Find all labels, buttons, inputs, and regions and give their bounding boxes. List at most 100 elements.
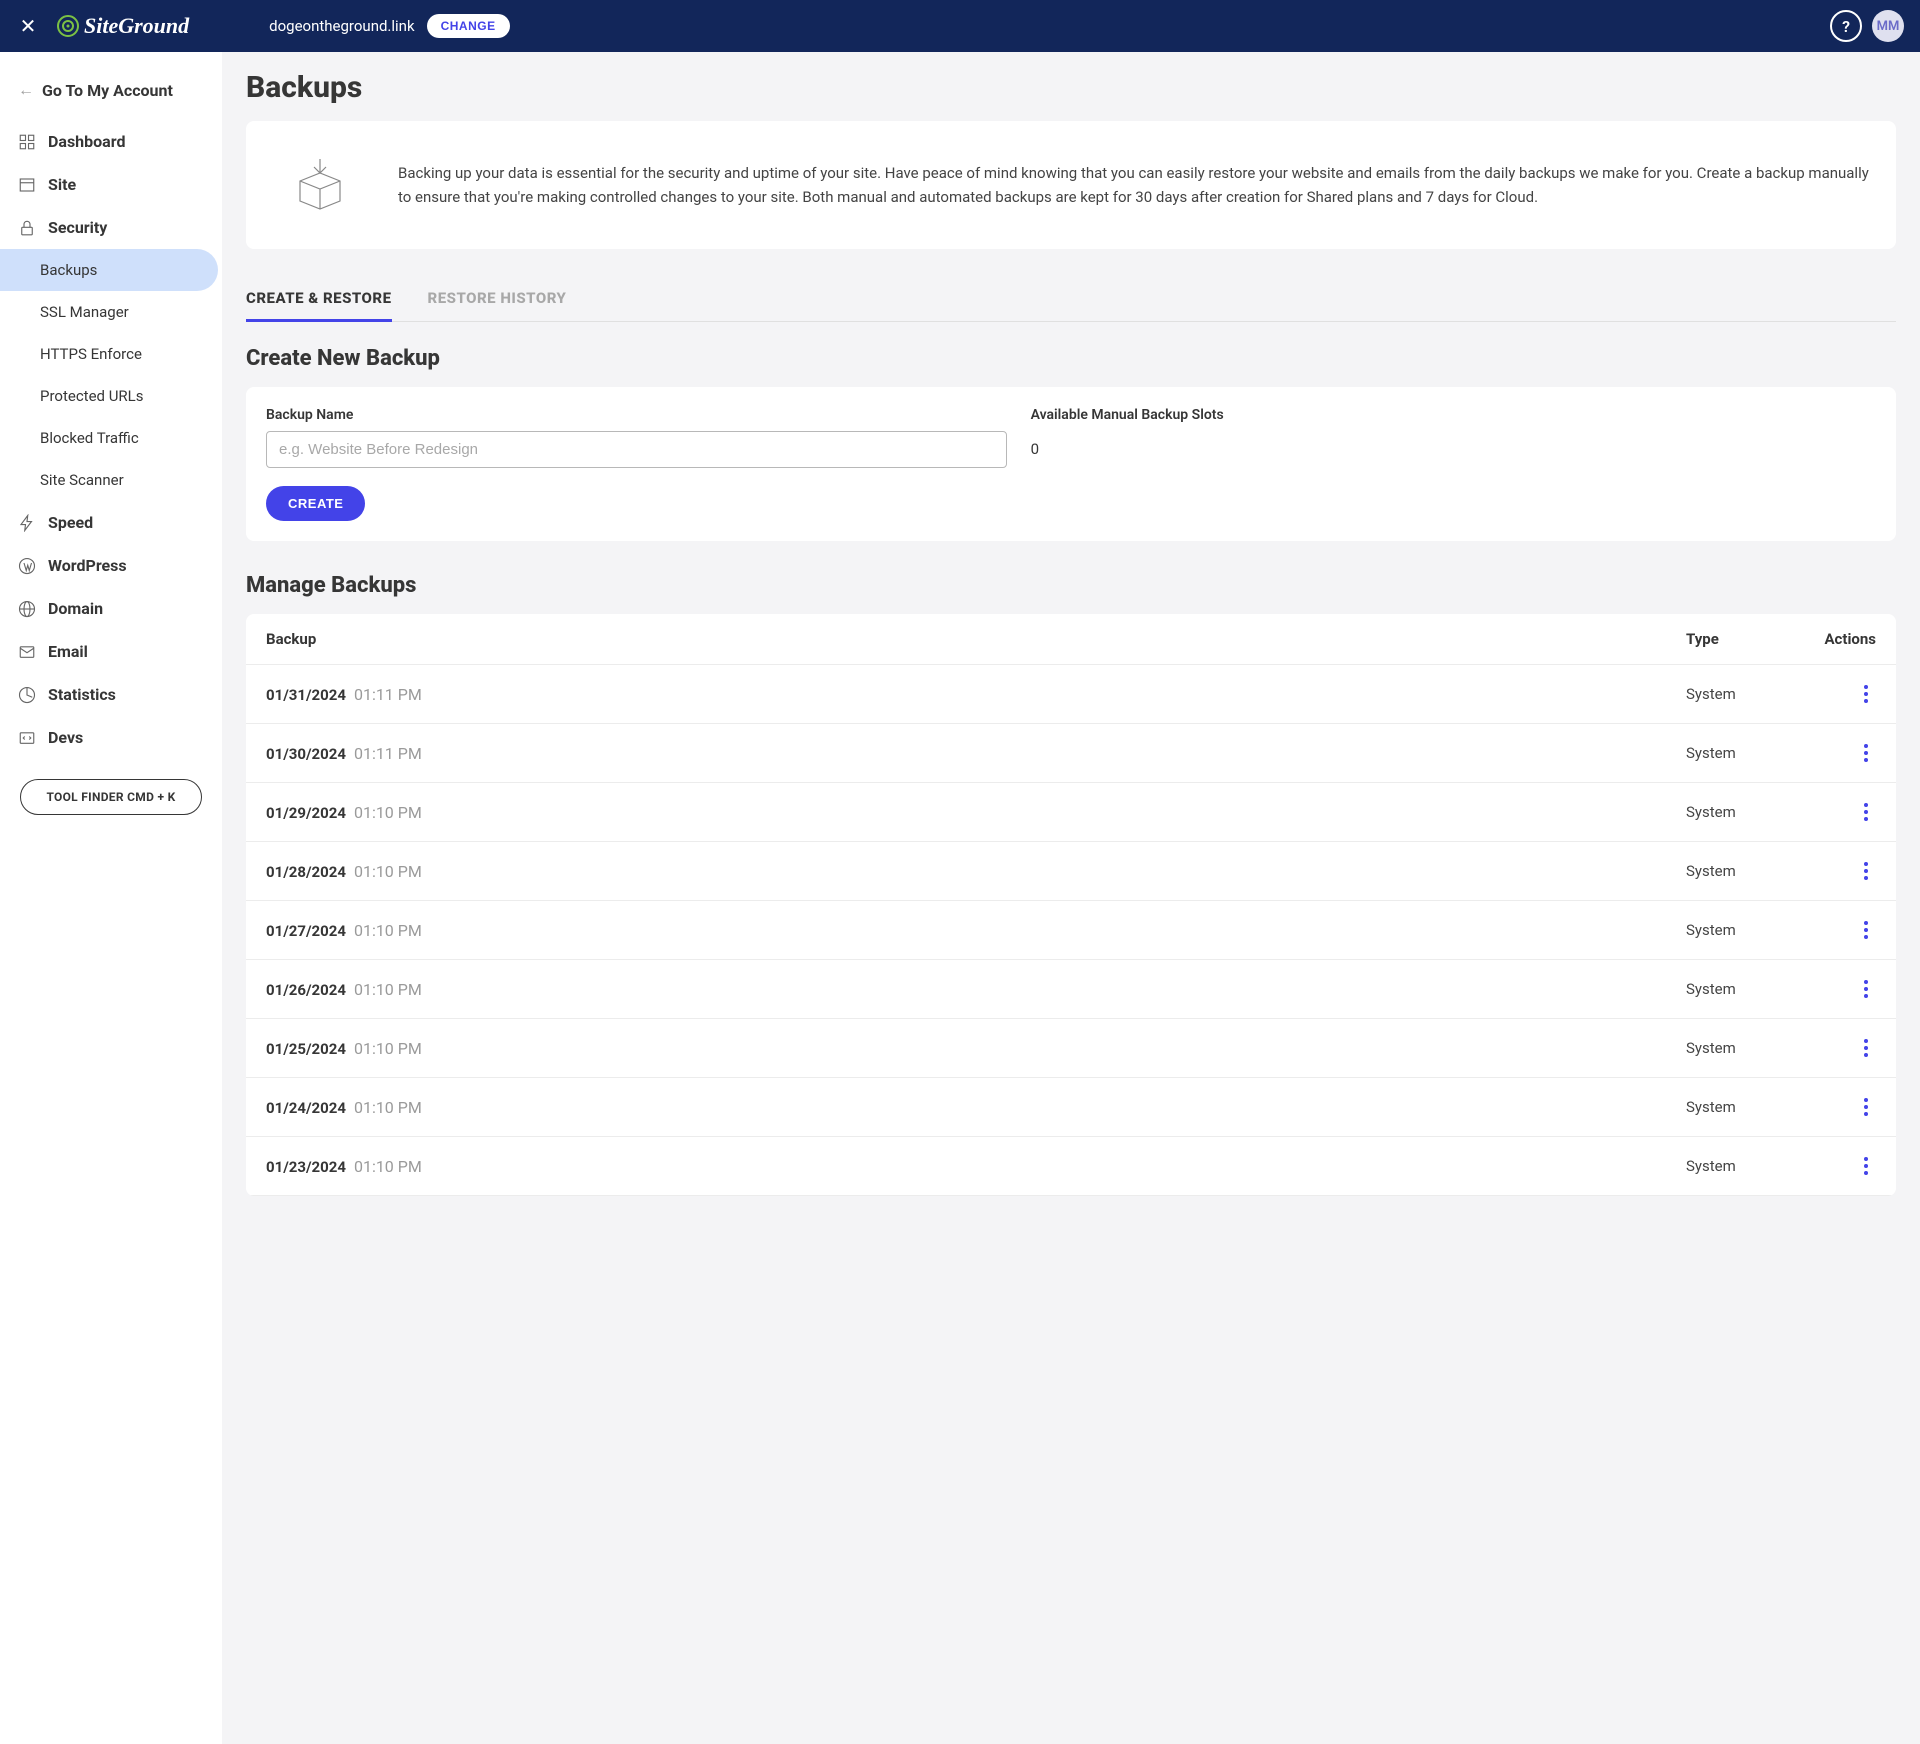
sidebar-item-speed[interactable]: Speed [0, 501, 222, 544]
backup-time: 01:10 PM [354, 803, 422, 822]
avatar[interactable]: MM [1872, 10, 1904, 42]
kebab-icon[interactable] [1856, 740, 1876, 766]
dashboard-icon [18, 133, 36, 151]
backup-date: 01/23/2024 [266, 1158, 346, 1176]
tab-restore-history[interactable]: RESTORE HISTORY [428, 277, 567, 321]
sidebar-item-email[interactable]: Email [0, 630, 222, 673]
create-button[interactable]: CREATE [266, 486, 365, 521]
backup-date: 01/27/2024 [266, 922, 346, 940]
sidebar: ← Go To My Account Dashboard Site Securi… [0, 52, 222, 1744]
sidebar-sub-scanner[interactable]: Site Scanner [0, 459, 222, 501]
logo-text: SiteGround [84, 13, 189, 39]
kebab-icon[interactable] [1856, 1094, 1876, 1120]
actions-cell [1796, 740, 1876, 766]
kebab-icon[interactable] [1856, 858, 1876, 884]
actions-cell [1796, 681, 1876, 707]
topbar-left: ✕ SiteGround dogeontheground.link CHANGE [16, 13, 510, 39]
sidebar-item-label: Statistics [48, 685, 116, 704]
sidebar-item-statistics[interactable]: Statistics [0, 673, 222, 716]
sidebar-item-label: Email [48, 642, 88, 661]
sidebar-sub-https[interactable]: HTTPS Enforce [0, 333, 222, 375]
sidebar-item-devs[interactable]: Devs [0, 716, 222, 759]
table-row: 01/27/2024 01:10 PM System [246, 901, 1896, 960]
backup-time: 01:11 PM [354, 744, 422, 763]
backup-cell: 01/29/2024 01:10 PM [266, 803, 1686, 822]
backup-date: 01/30/2024 [266, 745, 346, 763]
create-section-title: Create New Backup [246, 346, 1896, 371]
sidebar-item-label: Speed [48, 513, 93, 532]
backup-cell: 01/27/2024 01:10 PM [266, 921, 1686, 940]
intro-text: Backing up your data is essential for th… [398, 161, 1872, 209]
kebab-icon[interactable] [1856, 976, 1876, 1002]
tab-create-restore[interactable]: CREATE & RESTORE [246, 277, 392, 322]
backup-time: 01:10 PM [354, 921, 422, 940]
kebab-icon[interactable] [1856, 1035, 1876, 1061]
sidebar-item-label: Dashboard [48, 132, 125, 151]
kebab-icon[interactable] [1856, 681, 1876, 707]
actions-cell [1796, 799, 1876, 825]
type-cell: System [1686, 744, 1796, 762]
backup-date: 01/31/2024 [266, 686, 346, 704]
actions-cell [1796, 1035, 1876, 1061]
go-back-link[interactable]: ← Go To My Account [0, 72, 222, 120]
header-backup: Backup [266, 630, 1686, 648]
type-cell: System [1686, 921, 1796, 939]
change-button[interactable]: CHANGE [427, 14, 510, 38]
slots-label: Available Manual Backup Slots [1031, 407, 1224, 423]
backup-time: 01:10 PM [354, 1039, 422, 1058]
kebab-icon[interactable] [1856, 1153, 1876, 1179]
domain-label: dogeontheground.link [269, 17, 414, 35]
sidebar-sub-blocked[interactable]: Blocked Traffic [0, 417, 222, 459]
close-icon[interactable]: ✕ [16, 14, 40, 38]
sidebar-item-dashboard[interactable]: Dashboard [0, 120, 222, 163]
type-cell: System [1686, 1157, 1796, 1175]
backup-cell: 01/28/2024 01:10 PM [266, 862, 1686, 881]
main-content: Backups Backing up your data is essentia… [222, 52, 1920, 1744]
sidebar-sub-ssl[interactable]: SSL Manager [0, 291, 222, 333]
domain-section: dogeontheground.link CHANGE [269, 14, 509, 38]
table-row: 01/25/2024 01:10 PM System [246, 1019, 1896, 1078]
actions-cell [1796, 858, 1876, 884]
table-row: 01/28/2024 01:10 PM System [246, 842, 1896, 901]
actions-cell [1796, 1094, 1876, 1120]
intro-card: Backing up your data is essential for th… [246, 121, 1896, 249]
table-row: 01/24/2024 01:10 PM System [246, 1078, 1896, 1137]
backup-cell: 01/26/2024 01:10 PM [266, 980, 1686, 999]
sidebar-item-domain[interactable]: Domain [0, 587, 222, 630]
table-header: Backup Type Actions [246, 614, 1896, 665]
backup-time: 01:10 PM [354, 1157, 422, 1176]
sidebar-item-site[interactable]: Site [0, 163, 222, 206]
backup-name-input[interactable] [266, 431, 1007, 468]
logo[interactable]: SiteGround [56, 13, 189, 39]
sidebar-item-label: WordPress [48, 556, 127, 575]
backup-date: 01/24/2024 [266, 1099, 346, 1117]
sidebar-item-label: Security [48, 218, 107, 237]
kebab-icon[interactable] [1856, 799, 1876, 825]
backup-date: 01/28/2024 [266, 863, 346, 881]
backup-time: 01:10 PM [354, 1098, 422, 1117]
backup-cell: 01/31/2024 01:11 PM [266, 685, 1686, 704]
sidebar-sub-protected[interactable]: Protected URLs [0, 375, 222, 417]
backups-table: Backup Type Actions 01/31/2024 01:11 PM … [246, 614, 1896, 1196]
sidebar-sub-backups[interactable]: Backups [0, 249, 218, 291]
sidebar-item-wordpress[interactable]: WordPress [0, 544, 222, 587]
tool-finder-button[interactable]: TOOL FINDER CMD + K [20, 779, 202, 815]
email-icon [18, 643, 36, 661]
sidebar-item-security[interactable]: Security [0, 206, 222, 249]
go-back-label: Go To My Account [42, 81, 173, 100]
kebab-icon[interactable] [1856, 917, 1876, 943]
type-cell: System [1686, 803, 1796, 821]
topbar: ✕ SiteGround dogeontheground.link CHANGE… [0, 0, 1920, 52]
type-cell: System [1686, 1098, 1796, 1116]
manage-section-title: Manage Backups [246, 573, 1896, 598]
globe-icon [18, 600, 36, 618]
actions-cell [1796, 1153, 1876, 1179]
backup-time: 01:10 PM [354, 980, 422, 999]
header-type: Type [1686, 630, 1796, 648]
help-icon[interactable]: ? [1830, 10, 1862, 42]
table-row: 01/23/2024 01:10 PM System [246, 1137, 1896, 1196]
type-cell: System [1686, 1039, 1796, 1057]
site-icon [18, 176, 36, 194]
speed-icon [18, 514, 36, 532]
backup-time: 01:10 PM [354, 862, 422, 881]
